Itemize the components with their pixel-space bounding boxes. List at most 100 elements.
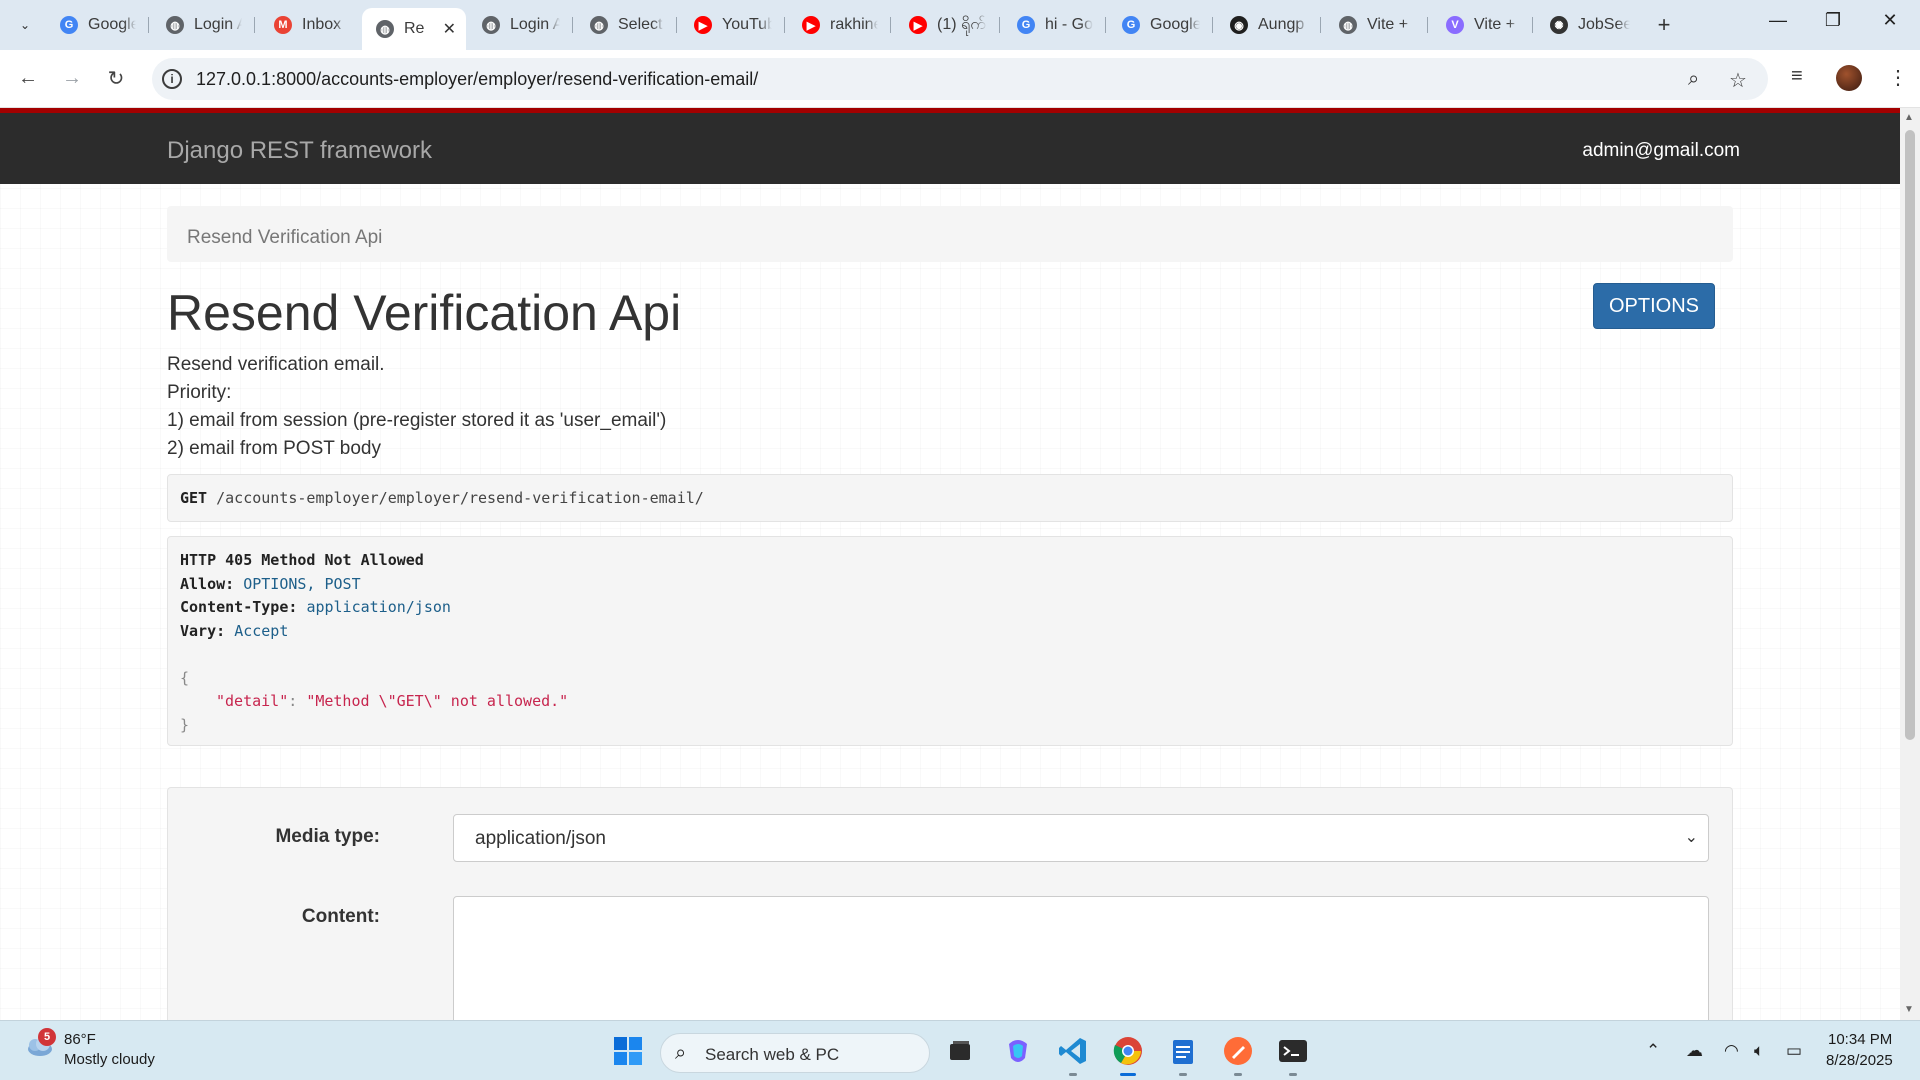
request-info: GET /accounts-employer/employer/resend-v… <box>167 474 1733 522</box>
request-method: GET <box>180 489 208 507</box>
bookmark-star-icon[interactable]: ☆ <box>1729 68 1747 93</box>
options-button[interactable]: OPTIONS <box>1593 283 1715 329</box>
tab-separator <box>1427 17 1428 33</box>
response-status: HTTP 405 Method Not Allowed <box>180 551 424 569</box>
browser-tab[interactable]: ▶ (1) ရိုက် <box>895 8 997 42</box>
tab-separator <box>148 17 149 33</box>
postman-icon[interactable] <box>1220 1033 1256 1069</box>
tab-title: Vite + <box>1367 16 1409 33</box>
scroll-down-icon[interactable]: ▼ <box>1904 1004 1914 1015</box>
volume-icon[interactable]: 🔈︎ <box>1754 1041 1764 1061</box>
windows-taskbar: 5 86°F Mostly cloudy ⌕ Search web & PC ⌃… <box>0 1020 1920 1080</box>
description-line: 2) email from POST body <box>167 438 382 459</box>
weather-temp[interactable]: 86°F <box>64 1031 96 1048</box>
tab-title: Re <box>404 20 425 37</box>
globe-icon: ◍ <box>376 20 394 38</box>
back-icon[interactable]: ← <box>14 64 42 92</box>
tab-separator <box>676 17 677 33</box>
content-label: Content: <box>301 906 380 927</box>
header-value: OPTIONS, POST <box>243 574 361 593</box>
gmail-icon: M <box>274 16 292 34</box>
content-textarea[interactable] <box>453 896 1709 1020</box>
request-path: /accounts-employer/employer/resend-verif… <box>216 489 704 507</box>
endpoint-description: Resend verification email. Priority: 1) … <box>167 351 666 463</box>
chrome-icon[interactable] <box>1110 1033 1146 1069</box>
task-view-icon[interactable] <box>942 1033 978 1069</box>
browser-tab[interactable]: ◍ Login A <box>468 8 570 42</box>
copilot-icon[interactable] <box>1000 1033 1036 1069</box>
vscode-icon[interactable] <box>1055 1033 1091 1069</box>
minimize-icon[interactable]: — <box>1758 10 1798 31</box>
battery-icon[interactable]: ▭ <box>1786 1041 1802 1061</box>
browser-tab[interactable]: ▶ YouTub <box>680 8 782 42</box>
github-icon: ◉ <box>1230 16 1248 34</box>
browser-tab[interactable]: G Google <box>46 8 146 42</box>
tab-title: JobSee <box>1578 16 1630 33</box>
clock-date[interactable]: 8/28/2025 <box>1826 1052 1893 1069</box>
google-icon: G <box>60 16 78 34</box>
media-type-value: application/json <box>475 828 606 849</box>
close-window-icon[interactable]: ✕ <box>1870 10 1910 31</box>
youtube-icon: ▶ <box>694 16 712 34</box>
forward-icon[interactable]: → <box>58 64 86 92</box>
description-line: 1) email from session (pre-register stor… <box>167 410 667 431</box>
browser-tab[interactable]: ◍ Vite + <box>1325 8 1425 42</box>
tab-separator <box>999 17 1000 33</box>
breadcrumb-item[interactable]: Resend Verification Api <box>187 227 382 248</box>
youtube-icon: ▶ <box>909 16 927 34</box>
breadcrumb: Resend Verification Api <box>167 206 1733 262</box>
windows-start-icon[interactable] <box>610 1033 646 1069</box>
globe-icon: ◍ <box>482 16 500 34</box>
new-tab-button[interactable]: + <box>1651 12 1677 38</box>
profile-avatar[interactable] <box>1836 65 1862 91</box>
notepad-icon[interactable] <box>1165 1033 1201 1069</box>
zoom-icon[interactable]: ⌕ <box>1688 68 1699 91</box>
youtube-icon: ▶ <box>802 16 820 34</box>
tab-title: YouTub <box>722 16 772 33</box>
browser-tab[interactable]: V Vite + <box>1432 8 1530 42</box>
browser-tab[interactable]: ◍ Re ✕ <box>362 8 466 50</box>
url-text[interactable]: 127.0.0.1:8000/accounts-employer/employe… <box>196 69 758 90</box>
wifi-icon[interactable]: ◠ <box>1724 1041 1739 1061</box>
media-control-icon[interactable]: ≡ <box>1791 65 1803 88</box>
user-menu[interactable]: admin@gmail.com <box>1582 140 1740 162</box>
google-translate-icon: G <box>1122 16 1140 34</box>
browser-tab[interactable]: Ghi - Go <box>1003 8 1103 42</box>
scrollbar-thumb[interactable] <box>1905 130 1915 740</box>
menu-kebab-icon[interactable]: ⋮ <box>1888 65 1908 90</box>
browser-tab[interactable]: ◍ Select <box>576 8 674 42</box>
reload-icon[interactable]: ↻ <box>102 64 130 92</box>
site-info-icon[interactable]: i <box>162 69 182 89</box>
browser-tab[interactable]: ✺ JobSee <box>1536 8 1640 42</box>
tab-separator <box>1105 17 1106 33</box>
browser-tab[interactable]: G Google <box>1108 8 1210 42</box>
tab-search-chevron-icon[interactable]: ⌄ <box>12 12 38 38</box>
clock-time[interactable]: 10:34 PM <box>1828 1031 1892 1048</box>
scroll-up-icon[interactable]: ▲ <box>1904 112 1914 123</box>
media-type-label: Media type: <box>275 826 380 847</box>
tab-separator <box>784 17 785 33</box>
browser-tab[interactable]: ▶ rakhine <box>788 8 888 42</box>
browser-tab[interactable]: ◍ Login A <box>152 8 252 42</box>
close-tab-icon[interactable]: ✕ <box>443 19 456 39</box>
openai-icon: ✺ <box>1550 16 1568 34</box>
restore-icon[interactable]: ❐ <box>1813 10 1853 31</box>
taskbar-search[interactable]: ⌕ Search web & PC <box>660 1033 930 1073</box>
media-type-select[interactable]: application/json ⌄ <box>453 814 1709 862</box>
page-scrollbar[interactable]: ▲ ▼ <box>1900 108 1920 1020</box>
address-bar[interactable]: i 127.0.0.1:8000/accounts-employer/emplo… <box>152 58 1768 100</box>
search-placeholder: Search web & PC <box>705 1045 840 1064</box>
page-title: Resend Verification Api <box>167 285 682 341</box>
globe-icon: ◍ <box>166 16 184 34</box>
response-header-row: Vary: Accept <box>180 620 1720 644</box>
tray-overflow-icon[interactable]: ⌃ <box>1646 1041 1660 1061</box>
browser-tab[interactable]: ◉ Aungp <box>1216 8 1318 42</box>
chevron-down-icon: ⌄ <box>1684 829 1698 846</box>
brand-link[interactable]: Django REST framework <box>167 137 432 165</box>
browser-tab[interactable]: M Inbox ( <box>260 8 356 42</box>
weather-badge: 5 <box>38 1028 56 1046</box>
onedrive-icon[interactable]: ☁ <box>1686 1041 1703 1061</box>
weather-condition[interactable]: Mostly cloudy <box>64 1051 155 1068</box>
tab-title: hi - Go <box>1045 16 1093 33</box>
terminal-icon[interactable] <box>1275 1033 1311 1069</box>
